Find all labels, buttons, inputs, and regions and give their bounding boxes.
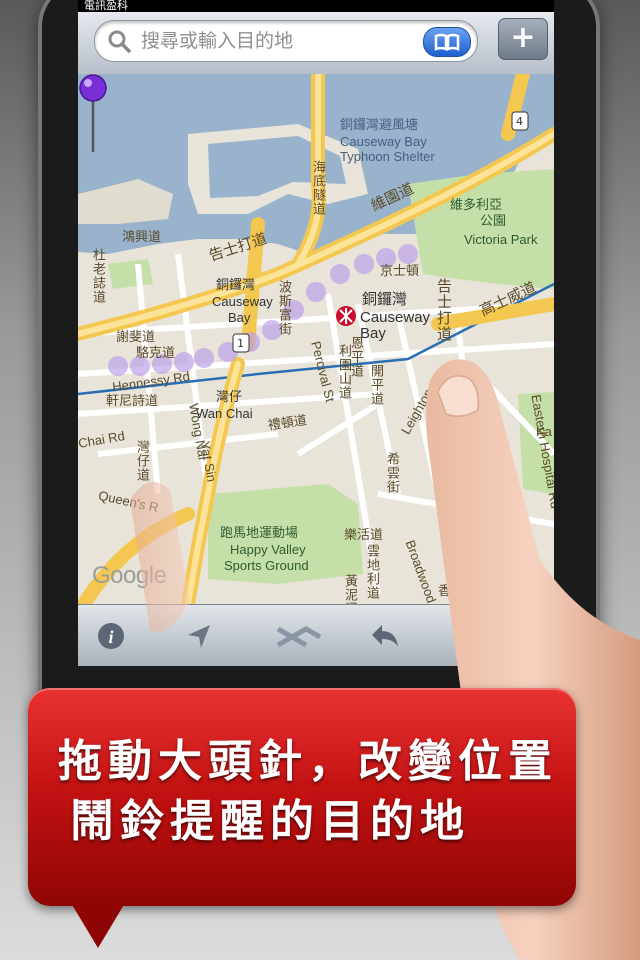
wan-chai-en: Wan Chai: [196, 406, 253, 421]
search-bar: 搜尋或輸入目的地 +: [78, 12, 554, 75]
typhoon-shelter-en1: Causeway Bay: [340, 134, 427, 149]
carrier-label: 電訊盈科: [84, 0, 128, 12]
google-logo: Google: [92, 562, 167, 589]
causeway-bay-en1: Causeway: [212, 294, 273, 309]
road-tsing-fung: 杜老誌道: [90, 248, 105, 304]
bottom-toolbar: i: [78, 604, 554, 666]
road-jaffe: 謝斐道: [116, 330, 156, 345]
road-cross-harbour: 海底隧道: [310, 160, 325, 216]
road-gloucester-2: 告士打道: [435, 278, 453, 342]
page-curl-icon[interactable]: [478, 619, 508, 653]
road-ka-en: Ka: [536, 424, 552, 439]
wan-chai-zh: 灣仔: [216, 390, 243, 405]
search-input[interactable]: 搜尋或輸入目的地: [94, 20, 478, 62]
victoria-park-zh2: 公園: [480, 214, 507, 229]
bubble-tail: [68, 898, 128, 948]
road-lockhart: 駱克道: [136, 346, 176, 361]
route-icon[interactable]: [274, 619, 324, 653]
road-lin-tsuen: 希雲街: [384, 452, 399, 494]
road-hoi-ping: 開平道: [368, 364, 383, 406]
road-kingston: 京士頓: [380, 264, 420, 279]
location-arrow-icon[interactable]: [182, 619, 216, 653]
victoria-park-zh1: 維多利亞: [450, 198, 503, 213]
typhoon-shelter-en2: Typhoon Shelter: [340, 149, 435, 164]
curl-back-icon[interactable]: [368, 619, 402, 653]
typhoon-shelter-zh: 銅鑼灣避風塘: [340, 118, 419, 133]
search-placeholder: 搜尋或輸入目的地: [141, 30, 294, 52]
route-shield-1: 1: [237, 337, 244, 350]
road-hong-kong: 香: [438, 584, 452, 599]
road-hung-hing: 鴻興道: [122, 230, 162, 245]
route-shield-4: 4: [516, 115, 523, 128]
happy-valley-zh: 跑馬地運動場: [220, 526, 299, 541]
search-icon: [108, 30, 131, 53]
causeway-bay-zh: 銅鑼灣: [216, 278, 256, 293]
road-yun-hing: 雲地利道: [364, 544, 379, 600]
road-shing-woo: 樂活道: [344, 528, 384, 543]
map-pin-icon[interactable]: [78, 74, 108, 154]
bookmarks-button[interactable]: [423, 27, 471, 57]
road-hennessy-zh: 軒尼詩道: [106, 394, 159, 409]
book-icon: [434, 33, 460, 51]
station-en1: Causeway: [360, 309, 431, 326]
station-en2: Bay: [360, 325, 386, 342]
happy-valley-en2: Sports Ground: [224, 558, 309, 573]
map-view[interactable]: 銅鑼灣避風塘 Causeway Bay Typhoon Shelter 維多利亞…: [78, 74, 554, 630]
status-bar: 電訊盈科: [78, 0, 554, 12]
road-yun-ping: 恩平道: [348, 336, 363, 378]
phone-screen: 電訊盈科 搜尋或輸入目的地 + 銅鑼灣避風塘 Causeway Bay Typh…: [78, 0, 554, 666]
road-wan-chai-rd: 灣仔道: [134, 440, 149, 482]
caption-bubble: 拖動大頭針，改變位置 鬧鈴提醒的目的地: [28, 688, 576, 948]
caption-line-2: 鬧鈴提醒的目的地: [70, 796, 470, 847]
victoria-park-en: Victoria Park: [464, 232, 538, 247]
add-button[interactable]: +: [498, 18, 548, 60]
station-zh: 銅鑼灣: [362, 290, 408, 308]
road-percival-zh: 波斯富街: [276, 280, 291, 336]
causeway-bay-en2: Bay: [228, 310, 251, 325]
info-icon[interactable]: i: [94, 619, 128, 653]
caption-line-1: 拖動大頭針，改變位置: [58, 736, 558, 787]
svg-text:i: i: [108, 627, 113, 647]
happy-valley-en1: Happy Valley: [230, 542, 306, 557]
